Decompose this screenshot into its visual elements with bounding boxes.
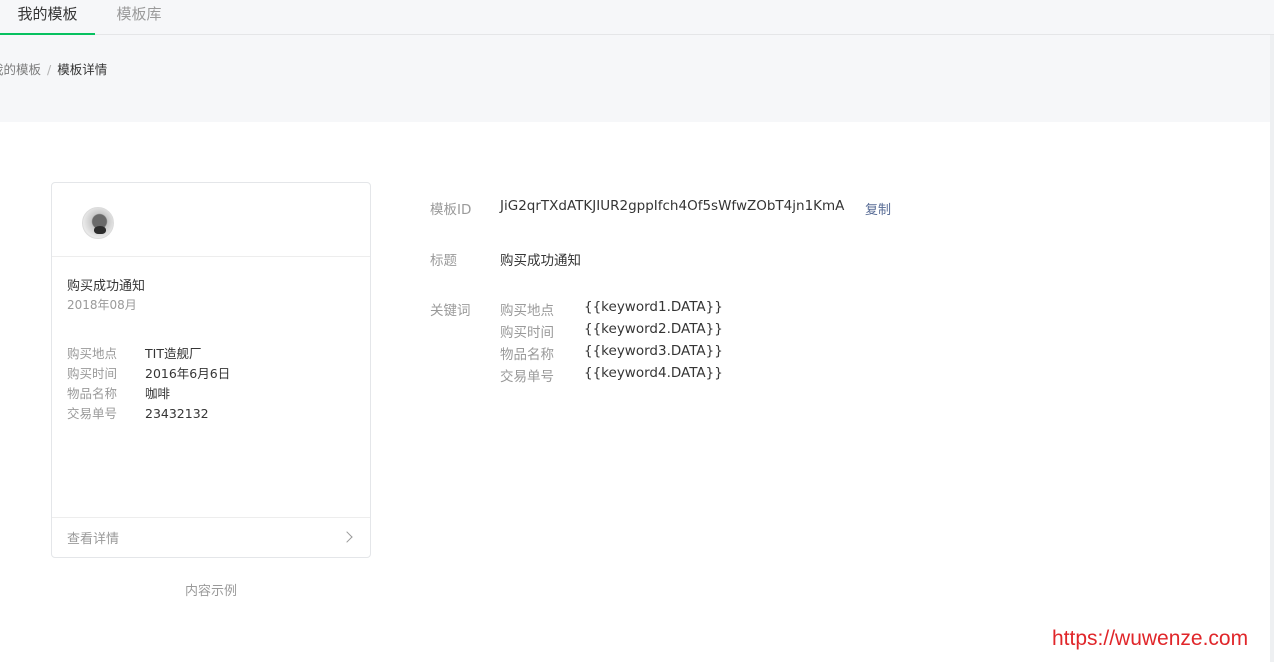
preview-field-row: 购买时间 2016年6月6日 [67, 364, 230, 384]
preview-field-label: 购买地点 [67, 346, 118, 361]
preview-field-label: 交易单号 [67, 406, 118, 421]
keyword-value: {{keyword2.DATA}} [584, 321, 723, 337]
template-id-value: JiG2qrTXdATKJIUR2gppIfch4Of5sWfwZObT4jn1… [500, 198, 845, 214]
breadcrumb-my-templates[interactable]: 我的模板 [0, 62, 41, 77]
right-scroll-edge [1270, 35, 1274, 662]
watermark: https://wuwenze.com [1052, 627, 1249, 650]
keyword-name: 购买时间 [500, 325, 554, 341]
tab-my-templates[interactable]: 我的模板 [0, 0, 95, 35]
template-detail-panel: 购买成功通知 2018年08月 购买地点 TIT造舰厂 购买时间 2016年6月6日… [0, 122, 1270, 662]
keyword-value: {{keyword1.DATA}} [584, 299, 723, 315]
breadcrumb: 我的模板 / 模板详情 [0, 62, 200, 78]
view-details-link[interactable]: 查看详情 [52, 517, 370, 557]
keywords-label: 关键词 [430, 303, 471, 319]
template-id-label: 模板ID [430, 202, 472, 218]
title-value: 购买成功通知 [500, 253, 581, 269]
preview-field-value: TIT造舰厂 [145, 346, 202, 361]
breadcrumb-separator: / [47, 62, 52, 77]
view-details-label: 查看详情 [67, 532, 120, 547]
tab-bar: 我的模板 模板库 [0, 0, 1274, 35]
preview-field-row: 交易单号 23432132 [67, 404, 230, 424]
keyword-name: 购买地点 [500, 303, 554, 319]
preview-field-label: 物品名称 [67, 386, 118, 401]
preview-field-label: 购买时间 [67, 366, 118, 381]
preview-field-value: 2016年6月6日 [145, 366, 231, 381]
keyword-name: 交易单号 [500, 369, 554, 385]
preview-field-row: 物品名称 咖啡 [67, 384, 230, 404]
title-label: 标题 [430, 253, 457, 269]
copy-button[interactable]: 复制 [865, 199, 891, 218]
avatar [82, 207, 114, 239]
preview-header [52, 183, 370, 257]
preview-field-value: 咖啡 [145, 386, 171, 401]
breadcrumb-current: 模板详情 [57, 62, 108, 77]
preview-fields: 购买地点 TIT造舰厂 购买时间 2016年6月6日 物品名称 咖啡 交易单号 2343… [67, 344, 230, 424]
keyword-name: 物品名称 [500, 347, 554, 363]
message-preview-card: 购买成功通知 2018年08月 购买地点 TIT造舰厂 购买时间 2016年6月6日… [51, 182, 371, 558]
tab-template-library[interactable]: 模板库 [108, 0, 170, 35]
preview-field-value: 23432132 [145, 406, 209, 421]
preview-date: 2018年08月 [67, 298, 137, 312]
chevron-right-icon [341, 531, 353, 543]
preview-caption: 内容示例 [184, 584, 237, 599]
preview-title: 购买成功通知 [67, 279, 146, 294]
keyword-value: {{keyword4.DATA}} [584, 365, 723, 381]
preview-field-row: 购买地点 TIT造舰厂 [67, 344, 230, 364]
keyword-value: {{keyword3.DATA}} [584, 343, 723, 359]
